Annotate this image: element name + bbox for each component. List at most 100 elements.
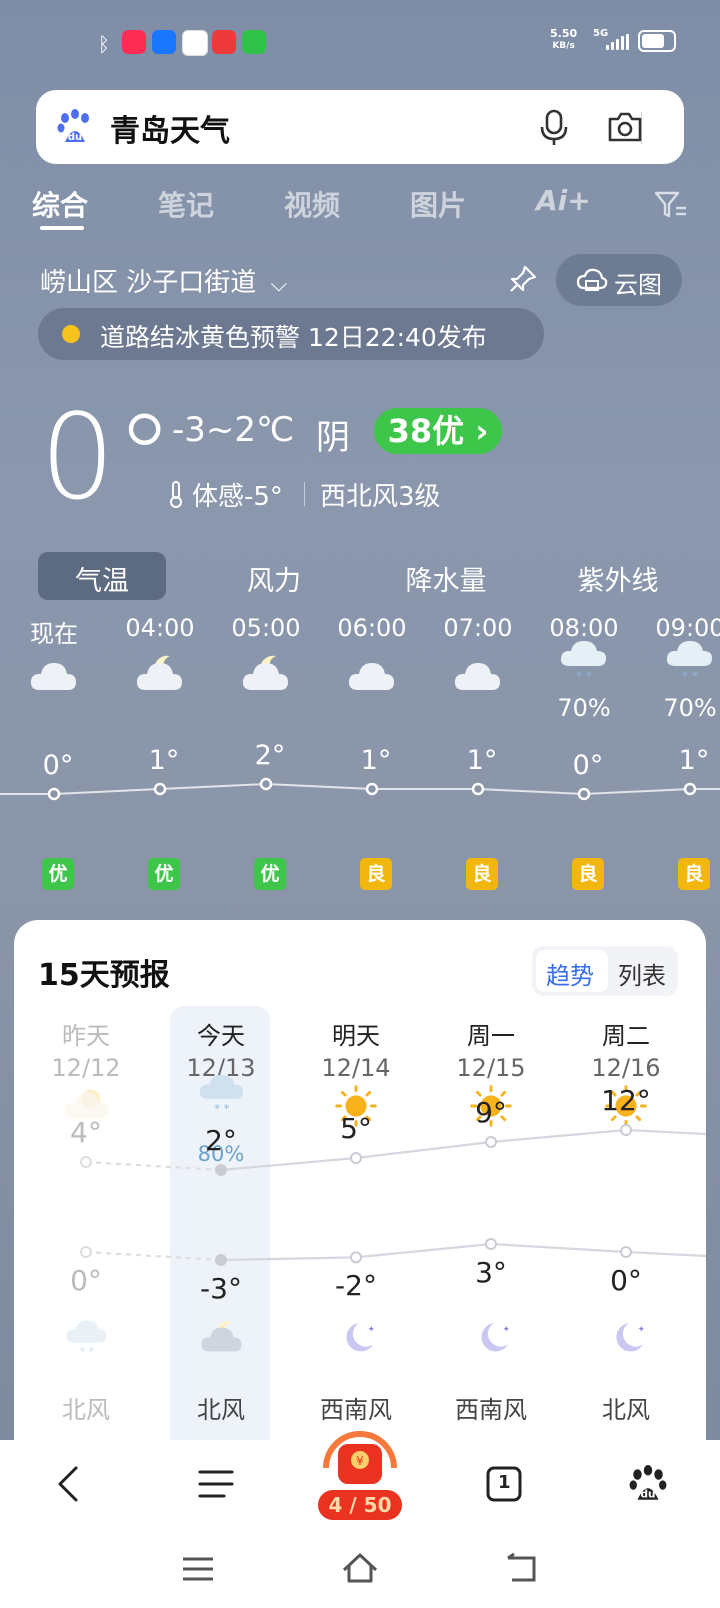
- aqi-badge[interactable]: 38优 ›: [374, 408, 502, 454]
- day-point: [215, 1164, 227, 1176]
- back-gesture-icon[interactable]: [504, 1552, 540, 1586]
- hourly-line: [0, 782, 720, 796]
- hour-time: 06:00: [337, 614, 407, 642]
- pin-icon[interactable]: [508, 264, 538, 294]
- reward-counter[interactable]: 4 / 50: [318, 1490, 402, 1520]
- hour-point: [153, 782, 167, 796]
- cloud-icon: [26, 650, 126, 706]
- system-nav: [0, 1532, 720, 1608]
- moon-cloud-icon: [132, 650, 232, 706]
- app-icon-blue: [152, 30, 176, 54]
- temp-line-segment: [355, 1140, 492, 1160]
- segment-temperature[interactable]: 气温: [32, 559, 172, 598]
- cloud-map-button[interactable]: 云图: [556, 254, 682, 306]
- hour-point: [577, 787, 591, 801]
- aq-badge: 良: [678, 858, 710, 890]
- svg-text:* *: * *: [682, 669, 698, 683]
- app-icon-red: [122, 30, 146, 54]
- temp-line-segment: [85, 1250, 222, 1262]
- day-point: [80, 1156, 92, 1168]
- day-point: [485, 1238, 497, 1250]
- menu-icon[interactable]: [198, 1468, 234, 1500]
- back-icon[interactable]: [54, 1464, 84, 1504]
- hour-time: 04:00: [125, 614, 195, 642]
- day-point: [80, 1246, 92, 1258]
- hour-time: 现在: [30, 620, 78, 648]
- current-wind: 西北风3级: [320, 482, 441, 512]
- hour-precip: 70%: [663, 694, 717, 722]
- search-input[interactable]: 青岛天气: [110, 106, 230, 150]
- aq-badge: 优: [42, 858, 74, 890]
- tab-count: 1: [498, 1472, 511, 1493]
- search-bar[interactable]: du 青岛天气: [36, 90, 684, 164]
- temp-line-segment: [355, 1242, 492, 1259]
- toutiao-app-icon: [212, 30, 236, 54]
- snow-cloud-icon: * *: [662, 636, 720, 692]
- weather-alert[interactable]: 道路结冰黄色预警 12日22:40发布: [38, 308, 544, 360]
- hour-point: [47, 787, 61, 801]
- segment-wind[interactable]: 风力: [204, 559, 344, 598]
- baidu-home-icon[interactable]: du: [628, 1464, 668, 1504]
- day-point: [620, 1124, 632, 1136]
- location-selector[interactable]: 崂山区 沙子口街道 ⌵: [40, 262, 287, 299]
- thermometer-icon: [170, 481, 182, 508]
- day-point: [350, 1152, 362, 1164]
- home-icon[interactable]: [340, 1550, 380, 1586]
- hourly-temp-line: [0, 777, 720, 801]
- camera-icon[interactable]: [606, 110, 644, 144]
- temp-line-segment: [490, 1128, 627, 1144]
- temp-line-tail: [625, 1128, 706, 1136]
- reward-envelope-icon[interactable]: ¥: [320, 1428, 400, 1498]
- segment-precipitation[interactable]: 降水量: [376, 559, 516, 598]
- moon-cloud-icon: [238, 650, 338, 706]
- snow-cloud-icon: * *: [556, 636, 656, 692]
- tab-ai[interactable]: Ai+: [536, 184, 591, 217]
- cloud-map-label: 云图: [614, 271, 662, 299]
- wechat-app-icon: [242, 30, 266, 54]
- aq-badge: 良: [466, 858, 498, 890]
- location-name: 崂山区 沙子口街道: [40, 268, 257, 298]
- temperature-range: -3~2℃: [172, 410, 295, 450]
- hour-point: [683, 782, 697, 796]
- tab-images[interactable]: 图片: [410, 184, 466, 224]
- hour-time: 07:00: [443, 614, 513, 642]
- aqi-value: 38优: [387, 412, 465, 450]
- chevron-down-icon: ⌵: [270, 272, 288, 297]
- temp-line-segment: [85, 1160, 222, 1172]
- hour-time: 05:00: [231, 614, 301, 642]
- filter-icon[interactable]: [654, 190, 688, 220]
- temp-line-segment: [220, 1156, 357, 1172]
- tab-underline: [40, 226, 84, 230]
- alert-text: 道路结冰黄色预警 12日22:40发布: [100, 323, 487, 352]
- alert-dot-icon: [62, 325, 80, 343]
- day-point: [350, 1251, 362, 1264]
- day-point: [485, 1136, 497, 1148]
- tab-comprehensive[interactable]: 综合: [32, 184, 88, 224]
- microphone-icon[interactable]: [536, 108, 572, 148]
- cloud-map-icon: [576, 268, 608, 291]
- chevron-right-icon: ›: [475, 412, 489, 450]
- temp-line-segment: [490, 1242, 627, 1254]
- svg-text:¥: ¥: [356, 1454, 364, 1468]
- hour-precip: 70%: [557, 694, 611, 722]
- hour-point: [259, 777, 273, 791]
- signal-icon: [606, 34, 630, 50]
- aq-badge: 良: [572, 858, 604, 890]
- hour-point: [471, 782, 485, 796]
- network-speed: 5.50 KB/s: [550, 27, 578, 52]
- svg-text:du: du: [68, 132, 82, 143]
- tab-video[interactable]: 视频: [284, 184, 340, 224]
- temp-line-segment: [220, 1256, 357, 1262]
- segment-uv[interactable]: 紫外线: [548, 559, 688, 598]
- baidu-paw-icon: du: [57, 109, 89, 143]
- recents-icon[interactable]: [180, 1554, 216, 1584]
- daily-temp-lines: [80, 1124, 706, 1266]
- divider: [304, 482, 305, 506]
- day-point: [215, 1254, 227, 1266]
- aq-badge: 优: [148, 858, 180, 890]
- tab-notes[interactable]: 笔记: [158, 184, 214, 224]
- status-bar: ᛒ 5.50 KB/s 5G: [0, 0, 720, 80]
- day-point: [620, 1246, 632, 1258]
- feels-like: 体感-5°: [192, 482, 283, 512]
- cloud-icon: [344, 650, 444, 706]
